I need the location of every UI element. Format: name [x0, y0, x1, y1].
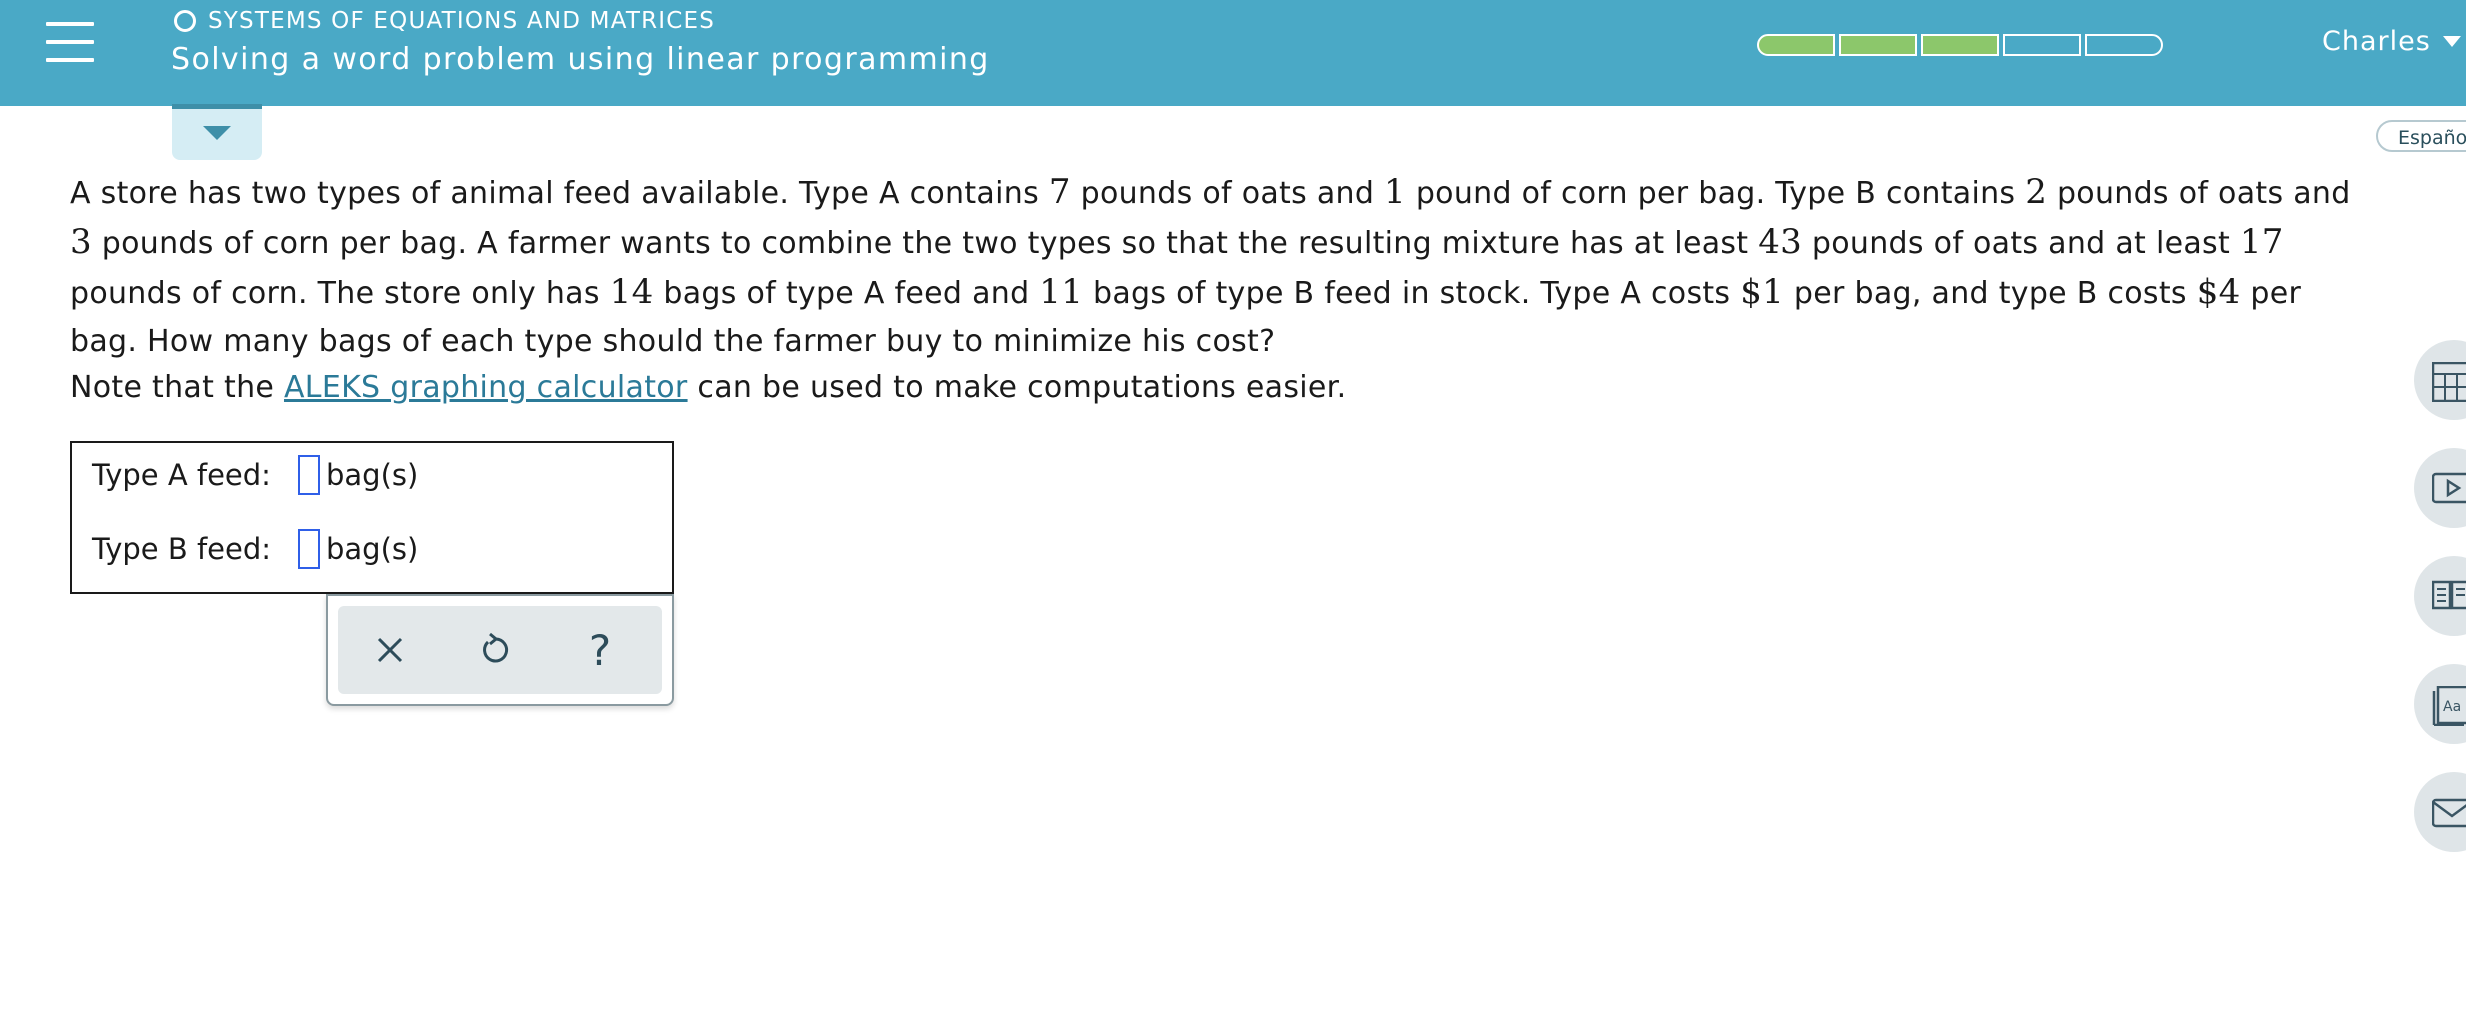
topic-circle-icon: [174, 10, 196, 32]
progress-segment: [2085, 34, 2163, 56]
undo-icon: [483, 632, 509, 663]
answer-actions-panel: ?: [326, 594, 674, 706]
calculator-button[interactable]: [2414, 340, 2466, 420]
menu-line: [46, 22, 94, 26]
answer-box: Type A feed: bag(s) Type B feed: bag(s): [70, 441, 674, 594]
top-header: SYSTEMS OF EQUATIONS AND MATRICES Solvin…: [0, 0, 2466, 106]
undo-button[interactable]: [466, 620, 526, 680]
progress-segment: [1757, 34, 1835, 56]
problem-text: pounds of corn. The store only has: [70, 276, 610, 311]
answer-actions: ?: [338, 606, 662, 694]
type-b-input[interactable]: [298, 529, 320, 569]
close-icon: [377, 637, 403, 663]
dictionary-button[interactable]: Aa: [2414, 664, 2466, 744]
progress-segment: [2003, 34, 2081, 56]
problem-text: A store has two types of animal feed ava…: [70, 176, 1049, 211]
problem-text: pounds of oats and: [1070, 176, 1385, 211]
dictionary-icon: Aa: [2432, 686, 2466, 726]
textbook-button[interactable]: [2414, 556, 2466, 636]
message-button[interactable]: [2414, 772, 2466, 852]
problem-text: pounds of oats and at least: [1802, 226, 2240, 261]
type-a-input[interactable]: [298, 455, 320, 495]
note-text: Note that the: [70, 370, 284, 405]
user-menu[interactable]: Charles: [2322, 26, 2461, 57]
video-button[interactable]: [2414, 448, 2466, 528]
note-text: can be used to make computations easier.: [687, 370, 1347, 405]
problem-number: $4: [2196, 272, 2241, 312]
problem-statement: A store has two types of animal feed ava…: [70, 168, 2370, 366]
problem-text: bags of type A feed and: [653, 276, 1040, 311]
problem-number: 17: [2239, 222, 2284, 262]
question-mark-icon: ?: [588, 625, 612, 675]
caret-down-icon: [203, 126, 231, 140]
topic-dropdown-tab[interactable]: [172, 104, 262, 160]
clear-button[interactable]: [360, 620, 420, 680]
problem-text: bags of type B feed in stock. Type A cos…: [1083, 276, 1741, 311]
problem-number: 43: [1758, 222, 1803, 262]
user-name: Charles: [2322, 26, 2431, 57]
problem-number: 3: [70, 222, 92, 262]
calculator-note: Note that the ALEKS graphing calculator …: [70, 364, 1346, 412]
problem-number: 14: [609, 272, 654, 312]
progress-segment: [1921, 34, 1999, 56]
graphing-calculator-link[interactable]: ALEKS graphing calculator: [284, 370, 688, 405]
answer-row-type-a: Type A feed: bag(s): [92, 455, 418, 495]
problem-number: 1: [1384, 172, 1406, 212]
envelope-icon: [2432, 798, 2466, 828]
problem-text: pounds of corn per bag. A farmer wants t…: [91, 226, 1759, 261]
calculator-icon: [2432, 362, 2466, 402]
hamburger-menu-icon[interactable]: [46, 22, 94, 64]
problem-text: pound of corn per bag. Type B contains: [1405, 176, 2026, 211]
language-toggle-button[interactable]: Español: [2376, 120, 2466, 152]
problem-number: 2: [2025, 172, 2048, 212]
textbook-icon: [2432, 580, 2466, 610]
type-a-label: Type A feed:: [92, 458, 271, 492]
caret-down-icon: [2442, 36, 2461, 47]
type-b-label: Type B feed:: [92, 532, 272, 566]
problem-text: per bag, and type B costs: [1784, 276, 2197, 311]
problem-number: 11: [1039, 272, 1084, 312]
progress-segment: [1839, 34, 1917, 56]
menu-line: [46, 58, 94, 62]
svg-text:Aa: Aa: [2443, 699, 2461, 715]
topic-label: SYSTEMS OF EQUATIONS AND MATRICES: [208, 8, 716, 34]
lesson-title: Solving a word problem using linear prog…: [171, 42, 990, 77]
problem-number: 7: [1048, 172, 1071, 212]
type-b-unit: bag(s): [326, 532, 419, 566]
help-button[interactable]: ?: [570, 620, 630, 680]
topic-row: SYSTEMS OF EQUATIONS AND MATRICES: [174, 8, 715, 34]
problem-text: pounds of oats and: [2047, 176, 2351, 211]
menu-line: [46, 40, 94, 44]
video-play-icon: [2432, 472, 2466, 504]
problem-number: $1: [1740, 272, 1785, 312]
answer-row-type-b: Type B feed: bag(s): [92, 529, 418, 569]
type-a-unit: bag(s): [326, 458, 419, 492]
progress-bar: [1757, 34, 2163, 56]
